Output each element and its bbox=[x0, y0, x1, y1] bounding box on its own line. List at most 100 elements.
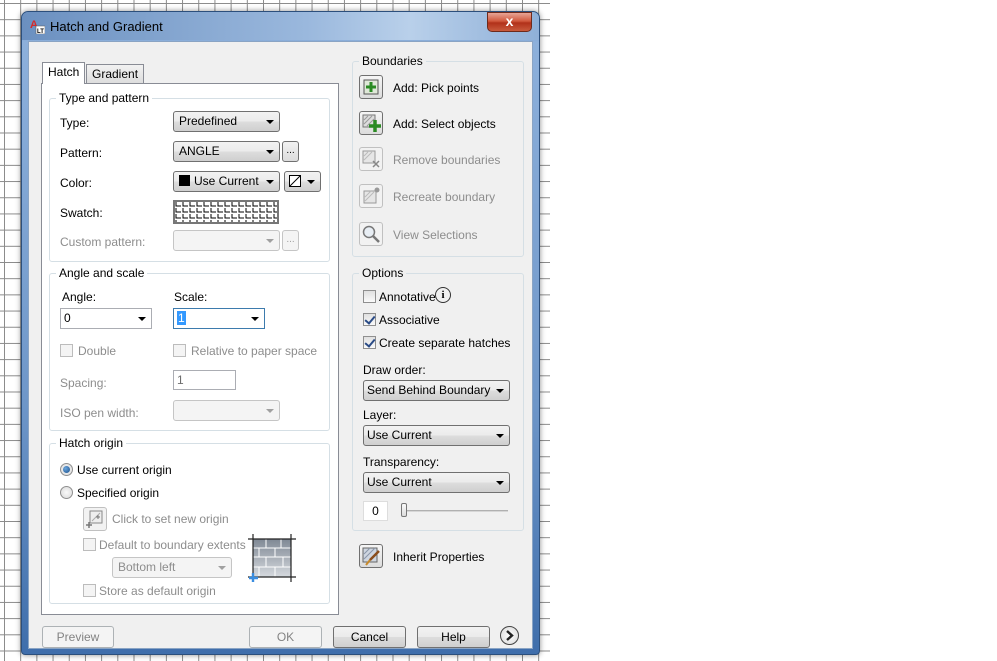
chevron-down-icon bbox=[218, 566, 226, 570]
close-icon: x bbox=[505, 13, 514, 29]
background-color-dropdown[interactable] bbox=[284, 171, 321, 192]
create-separate-hatches-checkbox[interactable] bbox=[363, 336, 376, 349]
preview-button[interactable]: Preview bbox=[42, 626, 114, 648]
select-objects-icon bbox=[359, 111, 383, 135]
chevron-down-icon bbox=[496, 389, 504, 393]
color-label: Color: bbox=[60, 176, 93, 190]
group-title: Hatch origin bbox=[56, 436, 127, 450]
create-separate-hatches-label: Create separate hatches bbox=[379, 336, 511, 350]
set-origin-icon bbox=[86, 510, 103, 528]
transparency-label: Transparency: bbox=[363, 455, 440, 469]
dialog-title: Hatch and Gradient bbox=[50, 19, 163, 34]
view-selections-button[interactable]: View Selections bbox=[359, 222, 519, 248]
chevron-down-icon bbox=[266, 239, 274, 243]
pattern-label: Pattern: bbox=[60, 146, 103, 160]
no-background-icon bbox=[289, 175, 301, 187]
boundary-extents-dropdown[interactable]: Bottom left bbox=[112, 557, 232, 578]
relative-paper-space-checkbox[interactable] bbox=[173, 344, 186, 357]
iso-pen-width-label: ISO pen width: bbox=[60, 406, 139, 420]
add-pick-points-label: Add: Pick points bbox=[393, 81, 480, 95]
angle-value: 0 bbox=[64, 311, 71, 325]
magnifier-icon bbox=[359, 222, 383, 246]
use-current-origin-label: Use current origin bbox=[77, 463, 172, 477]
swatch-label: Swatch: bbox=[60, 206, 103, 220]
draw-order-dropdown[interactable]: Send Behind Boundary bbox=[363, 380, 510, 401]
color-swatch-icon bbox=[179, 175, 190, 186]
iso-pen-width-dropdown[interactable] bbox=[173, 400, 280, 421]
transparency-dropdown[interactable]: Use Current bbox=[363, 472, 510, 493]
hatch-gradient-dialog: A LT Hatch and Gradient x Hatch Gradient… bbox=[21, 11, 540, 655]
layer-dropdown[interactable]: Use Current bbox=[363, 425, 510, 446]
inherit-properties-button[interactable]: Inherit Properties bbox=[359, 544, 519, 570]
inherit-properties-label: Inherit Properties bbox=[393, 550, 485, 564]
recreate-boundary-icon bbox=[359, 184, 383, 208]
view-selections-label: View Selections bbox=[393, 228, 478, 242]
pattern-browse-button[interactable]: ... bbox=[282, 141, 299, 162]
associative-label: Associative bbox=[379, 313, 440, 327]
store-default-origin-checkbox[interactable] bbox=[83, 584, 96, 597]
group-title: Angle and scale bbox=[56, 266, 148, 280]
recreate-boundary-label: Recreate boundary bbox=[393, 190, 496, 204]
remove-boundaries-icon bbox=[359, 147, 383, 171]
angle-and-scale-group: Angle and scale Angle: 0 Scale: 1 Double… bbox=[49, 266, 330, 431]
more-options-button[interactable] bbox=[500, 626, 519, 645]
recreate-boundary-button[interactable]: Recreate boundary bbox=[359, 184, 519, 210]
hatch-tab-panel: Type and pattern Type: Predefined Patter… bbox=[41, 83, 339, 615]
group-title: Boundaries bbox=[359, 54, 426, 68]
info-icon[interactable]: i bbox=[435, 287, 451, 303]
remove-boundaries-button[interactable]: Remove boundaries bbox=[359, 147, 519, 173]
inherit-properties-icon bbox=[359, 544, 383, 568]
transparency-value: Use Current bbox=[367, 475, 432, 489]
hatch-origin-group: Hatch origin Use current origin Specifie… bbox=[49, 436, 330, 604]
annotative-checkbox[interactable] bbox=[363, 290, 376, 303]
custom-pattern-browse-button[interactable]: ... bbox=[282, 230, 299, 251]
spacing-label: Spacing: bbox=[60, 376, 107, 390]
add-select-objects-button[interactable]: Add: Select objects bbox=[359, 111, 519, 137]
pattern-value: ANGLE bbox=[179, 144, 220, 158]
boundary-extents-value: Bottom left bbox=[118, 560, 176, 574]
transparency-slider-thumb[interactable] bbox=[401, 503, 407, 517]
double-checkbox[interactable] bbox=[60, 344, 73, 357]
custom-pattern-dropdown[interactable] bbox=[173, 230, 280, 251]
chevron-down-icon bbox=[496, 481, 504, 485]
cancel-button[interactable]: Cancel bbox=[333, 626, 406, 648]
dialog-client: Hatch Gradient Type and pattern Type: Pr… bbox=[28, 41, 533, 649]
help-button[interactable]: Help bbox=[417, 626, 490, 648]
add-pick-points-button[interactable]: Add: Pick points bbox=[359, 75, 519, 101]
chevron-down-icon bbox=[496, 434, 504, 438]
angle-combobox[interactable]: 0 bbox=[60, 308, 152, 329]
layer-value: Use Current bbox=[367, 428, 432, 442]
angle-label: Angle: bbox=[62, 290, 97, 304]
transparency-value-input[interactable]: 0 bbox=[363, 501, 388, 521]
spacing-input[interactable]: 1 bbox=[173, 370, 236, 390]
transparency-slider-track[interactable] bbox=[401, 510, 508, 512]
group-title: Type and pattern bbox=[56, 91, 153, 105]
pattern-dropdown[interactable]: ANGLE bbox=[173, 141, 280, 162]
scale-combobox[interactable]: 1 bbox=[173, 308, 265, 329]
specified-origin-radio[interactable] bbox=[60, 486, 73, 499]
type-and-pattern-group: Type and pattern Type: Predefined Patter… bbox=[49, 91, 330, 262]
ok-button[interactable]: OK bbox=[249, 626, 322, 648]
remove-boundaries-label: Remove boundaries bbox=[393, 153, 501, 167]
use-current-origin-radio[interactable] bbox=[60, 463, 73, 476]
chevron-down-icon bbox=[138, 317, 146, 321]
pick-points-icon bbox=[359, 75, 383, 99]
associative-checkbox[interactable] bbox=[363, 313, 376, 326]
title-bar[interactable]: A LT Hatch and Gradient x bbox=[22, 12, 539, 40]
boundaries-group: Boundaries Add: Pick points Add: Select … bbox=[352, 54, 524, 257]
angle-pattern-icon bbox=[175, 202, 277, 222]
add-select-objects-label: Add: Select objects bbox=[393, 117, 496, 131]
close-button[interactable]: x bbox=[487, 12, 532, 32]
chevron-down-icon bbox=[266, 180, 274, 184]
tab-gradient[interactable]: Gradient bbox=[86, 64, 145, 84]
tab-hatch[interactable]: Hatch bbox=[42, 62, 86, 84]
color-dropdown[interactable]: Use Current bbox=[173, 171, 280, 192]
set-origin-button[interactable] bbox=[83, 507, 107, 531]
chevron-down-icon bbox=[266, 150, 274, 154]
type-dropdown[interactable]: Predefined bbox=[173, 111, 280, 132]
default-boundary-extents-checkbox[interactable] bbox=[83, 538, 96, 551]
relative-paper-space-label: Relative to paper space bbox=[191, 344, 318, 358]
pattern-swatch-preview[interactable] bbox=[173, 200, 279, 224]
click-to-set-origin-label: Click to set new origin bbox=[112, 512, 229, 526]
options-group: Options Annotative i Associative Create … bbox=[352, 266, 524, 531]
